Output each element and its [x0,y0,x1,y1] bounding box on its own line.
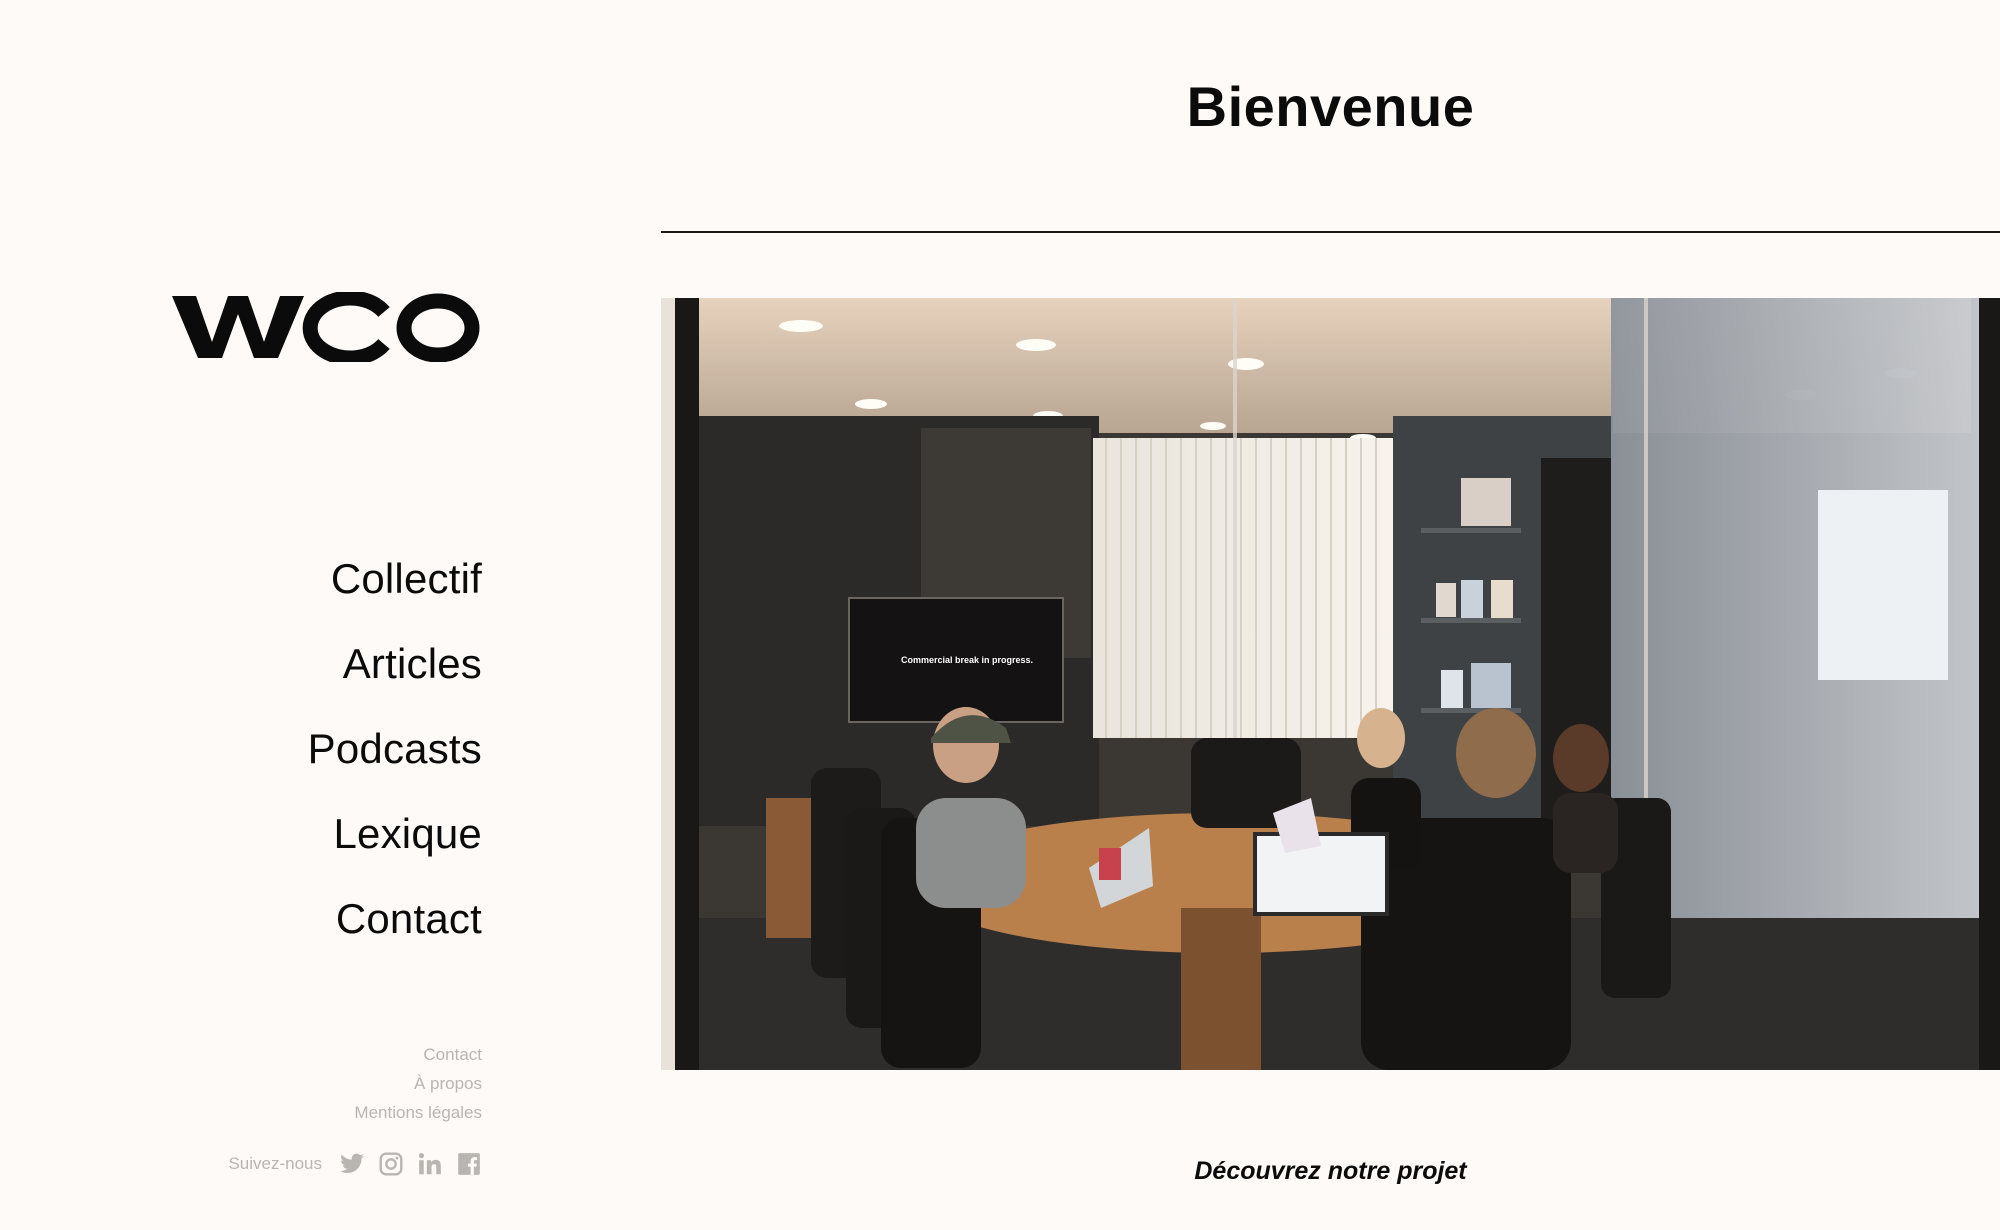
footer-links: Contact À propos Mentions légales [354,1040,482,1127]
page: Collectif Articles Podcasts Lexique Cont… [0,0,2000,1230]
nav-item-contact[interactable]: Contact [336,876,482,961]
social-bar: Suivez-nous [228,1150,482,1177]
title-divider [661,231,2000,233]
wco-logo[interactable] [172,292,480,362]
linkedin-icon[interactable] [416,1150,443,1177]
nav-item-lexique[interactable]: Lexique [333,791,482,876]
wco-logo-mark [172,292,480,362]
nav-item-podcasts[interactable]: Podcasts [308,706,482,791]
footer-link-contact[interactable]: Contact [423,1040,482,1069]
page-title: Bienvenue [1186,75,1475,138]
hero-image: Commercial break in progress. [661,298,2000,1070]
tv-screen-text: Commercial break in progress. [901,655,1033,665]
facebook-icon[interactable] [455,1150,482,1177]
twitter-icon[interactable] [338,1150,365,1177]
footer-link-about[interactable]: À propos [414,1069,482,1098]
footer-link-legal[interactable]: Mentions légales [354,1098,482,1127]
discover-project-link[interactable]: Découvrez notre projet [661,1155,2000,1187]
follow-label: Suivez-nous [228,1153,322,1173]
main-nav: Collectif Articles Podcasts Lexique Cont… [308,536,482,961]
nav-item-articles[interactable]: Articles [343,621,482,706]
instagram-icon[interactable] [377,1150,404,1177]
nav-item-collectif[interactable]: Collectif [331,536,482,621]
